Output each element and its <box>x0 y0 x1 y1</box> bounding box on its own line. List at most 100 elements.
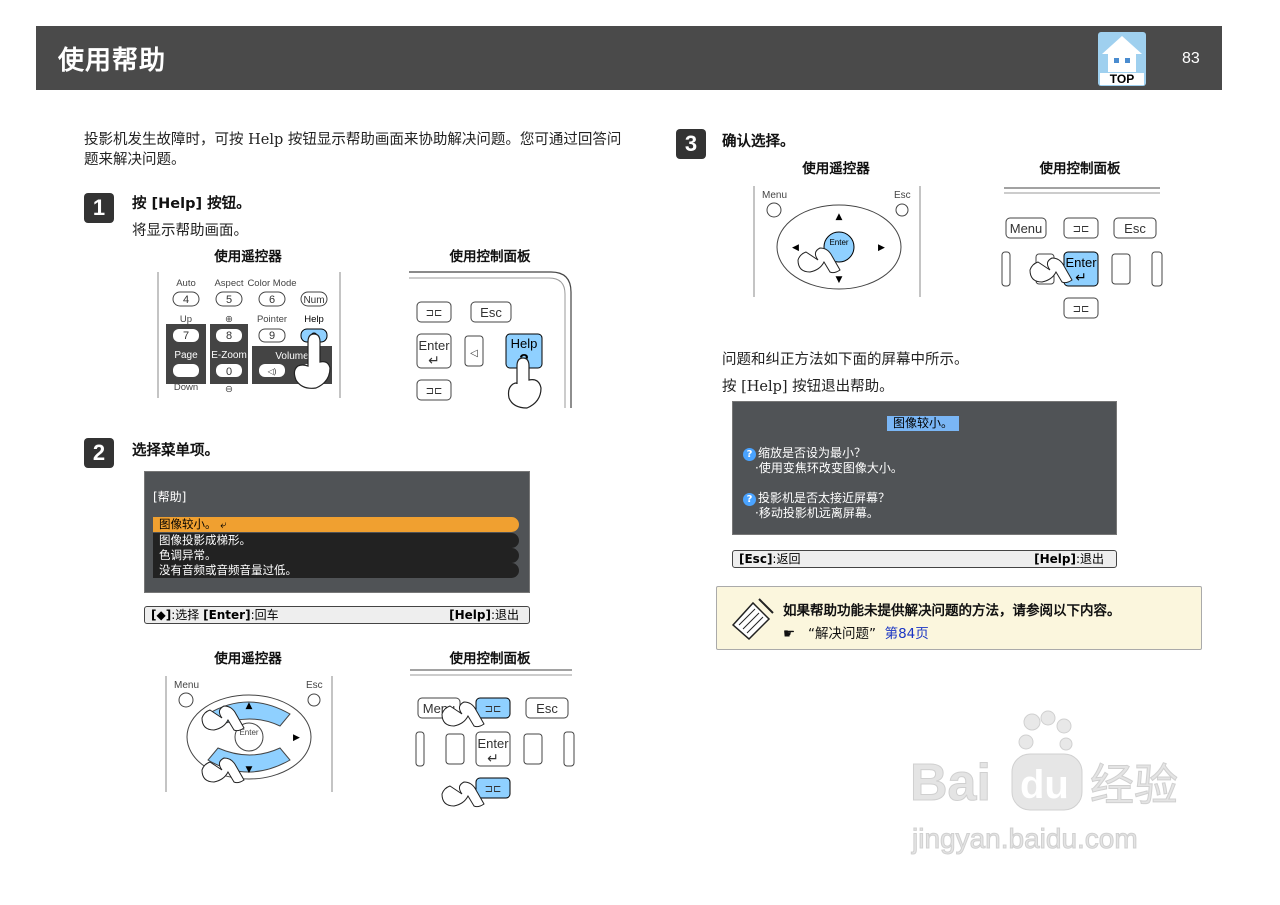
svg-text:Help: Help <box>511 336 538 351</box>
help-question-2: ? 投影机是否太接近屏幕？ <box>743 491 890 506</box>
svg-text:Volume: Volume <box>275 351 309 362</box>
help-menu-item[interactable]: 图像投影成梯形。 <box>153 533 519 548</box>
step-2-remote-diagram: Menu Esc ▲ ▼ ▶ Enter <box>165 676 333 792</box>
step-3-panel-caption: 使用控制面板 <box>1039 161 1121 177</box>
help-menu-item[interactable]: 色调异常。 <box>153 548 519 563</box>
svg-text:Enter: Enter <box>829 238 848 247</box>
help-menu-statusbar: [◆]:选择 [Enter]:回车 [Help]:退出 <box>144 606 530 624</box>
svg-text:8: 8 <box>226 330 232 342</box>
help-answer-title: 图像较小。 <box>887 416 960 431</box>
svg-text:⊐⊏: ⊐⊏ <box>485 784 502 795</box>
svg-text:◀: ◀ <box>792 243 799 253</box>
svg-text:Aspect: Aspect <box>214 278 243 289</box>
svg-text:↵: ↵ <box>487 750 499 766</box>
svg-text:Num: Num <box>303 295 324 306</box>
step-1-panel-diagram: ⊐⊏ Esc Enter↵ ◁ Help? ⊐⊏ <box>409 271 572 409</box>
svg-text:▶: ▶ <box>293 733 300 743</box>
page-link[interactable]: 第84页 <box>885 626 929 642</box>
svg-text:Bai: Bai <box>910 754 991 812</box>
note-box: 如果帮助功能未提供解决问题的方法，请参阅以下内容。 ☛ “解决问题” 第84页 <box>716 586 1202 650</box>
step-2-number: 2 <box>84 438 114 468</box>
svg-text:Esc: Esc <box>536 701 558 716</box>
svg-text:Esc: Esc <box>1124 221 1146 236</box>
svg-text:▶: ▶ <box>878 243 885 253</box>
svg-text:Up: Up <box>180 314 192 325</box>
help-answer-statusbar: [Esc]:返回 [Help]:退出 <box>732 550 1117 568</box>
note-pencil-icon <box>731 598 774 641</box>
svg-text:Menu: Menu <box>762 190 787 201</box>
svg-text:▼: ▼ <box>836 275 843 285</box>
question-icon: ? <box>743 493 756 506</box>
svg-text:E-Zoom: E-Zoom <box>211 350 247 361</box>
step-3-title: 确认选择。 <box>722 134 795 150</box>
svg-text:Pointer: Pointer <box>257 314 287 325</box>
help-answer-2: ·移动投影机远离屏幕。 <box>755 506 879 520</box>
step-2-remote-caption: 使用遥控器 <box>214 651 282 667</box>
step-1-title: 按 [Help] 按钮。 <box>132 196 251 212</box>
svg-text:6: 6 <box>269 294 275 306</box>
svg-text:↵: ↵ <box>1075 269 1087 285</box>
svg-text:⊕: ⊕ <box>225 314 233 325</box>
svg-text:9: 9 <box>269 330 275 342</box>
top-home-icon[interactable]: TOP <box>1096 30 1148 88</box>
page-header: 使用帮助 TOP 83 <box>36 26 1222 90</box>
svg-text:Auto: Auto <box>176 278 196 289</box>
svg-text:↵: ↵ <box>428 352 440 368</box>
step-1-remote-caption: 使用遥控器 <box>214 249 282 265</box>
help-menu-item[interactable]: 没有音频或音频音量过低。 <box>153 563 519 578</box>
svg-text:Esc: Esc <box>306 680 323 691</box>
intro-paragraph: 投影机发生故障时，可按 Help 按钮显示帮助画面来协助解决问题。您可通过回答问… <box>84 132 622 168</box>
step-2-panel-caption: 使用控制面板 <box>449 651 531 667</box>
help-answer-screen: 图像较小。 ? 缩放是否设为最小？ ·使用变焦环改变图像大小。 ? 投影机是否太接近… <box>732 401 1117 535</box>
step-3-panel-diagram: Menu ⊐⊏ Esc Enter↵ ⊐⊏ <box>1001 187 1163 319</box>
svg-text:4: 4 <box>183 294 189 306</box>
svg-text:Help: Help <box>304 314 324 325</box>
page-number: 83 <box>1182 50 1200 67</box>
svg-text:▲: ▲ <box>836 212 843 222</box>
svg-text:⊖: ⊖ <box>225 384 233 395</box>
top-label: TOP <box>1110 72 1134 86</box>
help-menu-screen: [帮助] 图像较小。 ⤶ 图像投影成梯形。 色调异常。 没有音频或音频音量过低。 <box>144 471 530 593</box>
svg-text:Menu: Menu <box>1010 221 1043 236</box>
svg-text:Menu: Menu <box>174 680 199 691</box>
step-3-remote-diagram: Menu Esc ▲ ▼ ▶ ◀ Enter <box>753 186 921 297</box>
svg-text:Color Mode: Color Mode <box>247 278 296 289</box>
note-ref-text: “解决问题” <box>807 626 876 642</box>
step-3-remote-caption: 使用遥控器 <box>802 161 870 177</box>
watermark-brand-cn: 经验 <box>1090 760 1178 811</box>
step-3-text-2: 按 [Help] 按钮退出帮助。 <box>722 379 894 395</box>
step-1-text: 将显示帮助画面。 <box>132 223 248 239</box>
svg-text:Page: Page <box>174 350 198 361</box>
svg-text:du: du <box>1020 763 1069 807</box>
enter-icon: ⤶ <box>220 517 227 531</box>
page-title: 使用帮助 <box>58 46 167 76</box>
svg-text:Esc: Esc <box>480 305 502 320</box>
question-icon: ? <box>743 448 756 461</box>
svg-text:Enter: Enter <box>1065 255 1097 270</box>
svg-text:⊐⊏: ⊐⊏ <box>485 704 502 715</box>
svg-text:5: 5 <box>226 294 232 306</box>
help-answer-1: ·使用变焦环改变图像大小。 <box>755 461 903 475</box>
help-question-1: ? 缩放是否设为最小？ <box>743 446 866 461</box>
help-menu-item[interactable]: 图像较小。 ⤶ <box>153 517 519 532</box>
svg-text:⊐⊏: ⊐⊏ <box>426 386 443 397</box>
step-1-remote-diagram: Auto Aspect Color Mode Up ⊕ Pointer Help… <box>157 272 341 398</box>
step-2-panel-diagram: Menu ⊐⊏ Esc Enter↵ ⊐⊏ <box>410 669 575 808</box>
note-reference: ☛ “解决问题” 第84页 <box>783 622 929 642</box>
svg-text:▲: ▲ <box>246 701 253 711</box>
step-1-number: 1 <box>84 193 114 223</box>
svg-text:◁: ◁ <box>470 348 478 359</box>
svg-text:⊐⊏: ⊐⊏ <box>1073 224 1090 235</box>
svg-text:Enter: Enter <box>477 736 509 751</box>
help-menu-header: [帮助] <box>153 490 187 504</box>
svg-text:⊐⊏: ⊐⊏ <box>426 308 443 319</box>
note-text: 如果帮助功能未提供解决问题的方法，请参阅以下内容。 <box>783 603 1121 619</box>
watermark-url: jingyan.baidu.com <box>911 823 1138 854</box>
step-3-number: 3 <box>676 129 706 159</box>
svg-text:◁): ◁) <box>268 367 277 376</box>
step-1-panel-caption: 使用控制面板 <box>449 249 531 265</box>
hand-pointer-icon: ☛ <box>783 626 796 642</box>
svg-text:0: 0 <box>226 366 232 378</box>
svg-text:▼: ▼ <box>246 765 253 775</box>
step-2-title: 选择菜单项。 <box>132 443 219 459</box>
